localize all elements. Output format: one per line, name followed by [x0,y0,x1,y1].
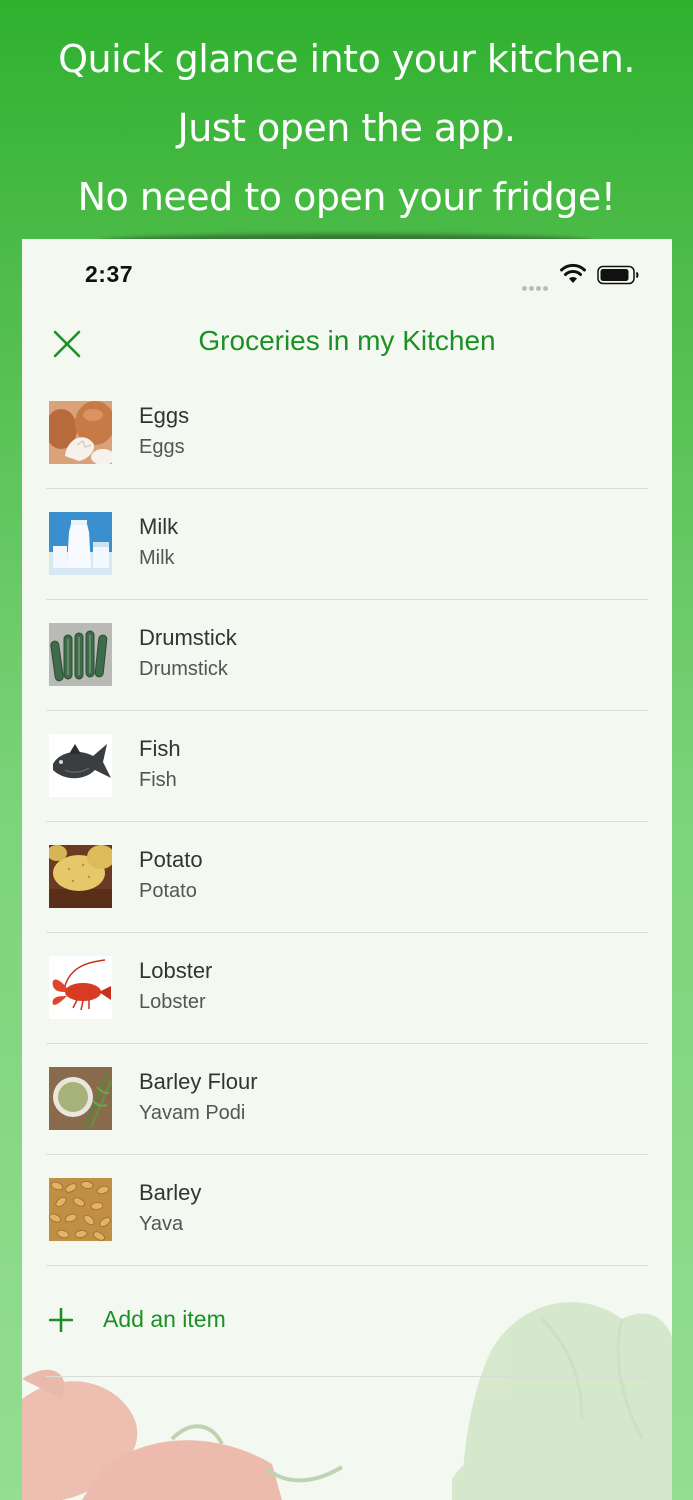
list-item-barley[interactable]: Barley Yava [46,1155,648,1266]
list-item-milk[interactable]: Milk Milk [46,489,648,600]
item-subtitle: Drumstick [139,658,228,680]
eggs-photo [49,401,112,464]
barley-photo [49,1178,112,1241]
page-title: Groceries in my Kitchen [198,325,496,356]
battery-icon [597,265,639,285]
list-item-drumstick[interactable]: Drumstick Drumstick [46,600,648,711]
navigation-bar: Groceries in my Kitchen [22,319,672,369]
status-bar: 2:37 [22,239,672,309]
plus-icon [49,1308,73,1332]
barley-flour-photo [49,1067,112,1130]
fish-photo [49,734,112,797]
list-item-eggs[interactable]: Eggs Eggs [46,378,648,489]
item-subtitle: Eggs [139,436,185,458]
item-title: Drumstick [139,625,237,650]
wifi-icon [560,263,586,283]
list-item-barley-flour[interactable]: Barley Flour Yavam Podi [46,1044,648,1155]
cellular-signal-icon [522,278,550,296]
item-subtitle: Milk [139,547,175,569]
app-screen: 2:37 Groceries in my Kitchen Eggs Eggs M… [22,239,672,1500]
list-item-fish[interactable]: Fish Fish [46,711,648,822]
grocery-list: Eggs Eggs Milk Milk Drumstick Drumstick … [46,378,648,1377]
list-item-lobster[interactable]: Lobster Lobster [46,933,648,1044]
add-item-button[interactable]: Add an item [46,1266,648,1377]
item-title: Potato [139,847,203,872]
item-title: Barley [139,1180,202,1205]
item-subtitle: Fish [139,769,177,791]
lobster-photo [49,956,112,1019]
milk-photo [49,512,112,575]
item-title: Barley Flour [139,1069,258,1094]
item-subtitle: Yavam Podi [139,1102,246,1124]
list-item-potato[interactable]: Potato Potato [46,822,648,933]
promo-line-3: No need to open your fridge! [77,175,616,219]
promo-line-1: Quick glance into your kitchen. [58,37,635,81]
potato-photo [49,845,112,908]
item-title: Lobster [139,958,213,983]
add-item-label: Add an item [103,1306,226,1332]
item-title: Milk [139,514,179,539]
item-title: Fish [139,736,181,761]
promo-line-2: Just open the app. [177,106,516,150]
drumstick-photo [49,623,112,686]
status-time: 2:37 [85,261,134,287]
item-title: Eggs [139,403,190,428]
item-subtitle: Yava [139,1213,184,1235]
item-subtitle: Potato [139,880,197,902]
item-subtitle: Lobster [139,991,206,1013]
